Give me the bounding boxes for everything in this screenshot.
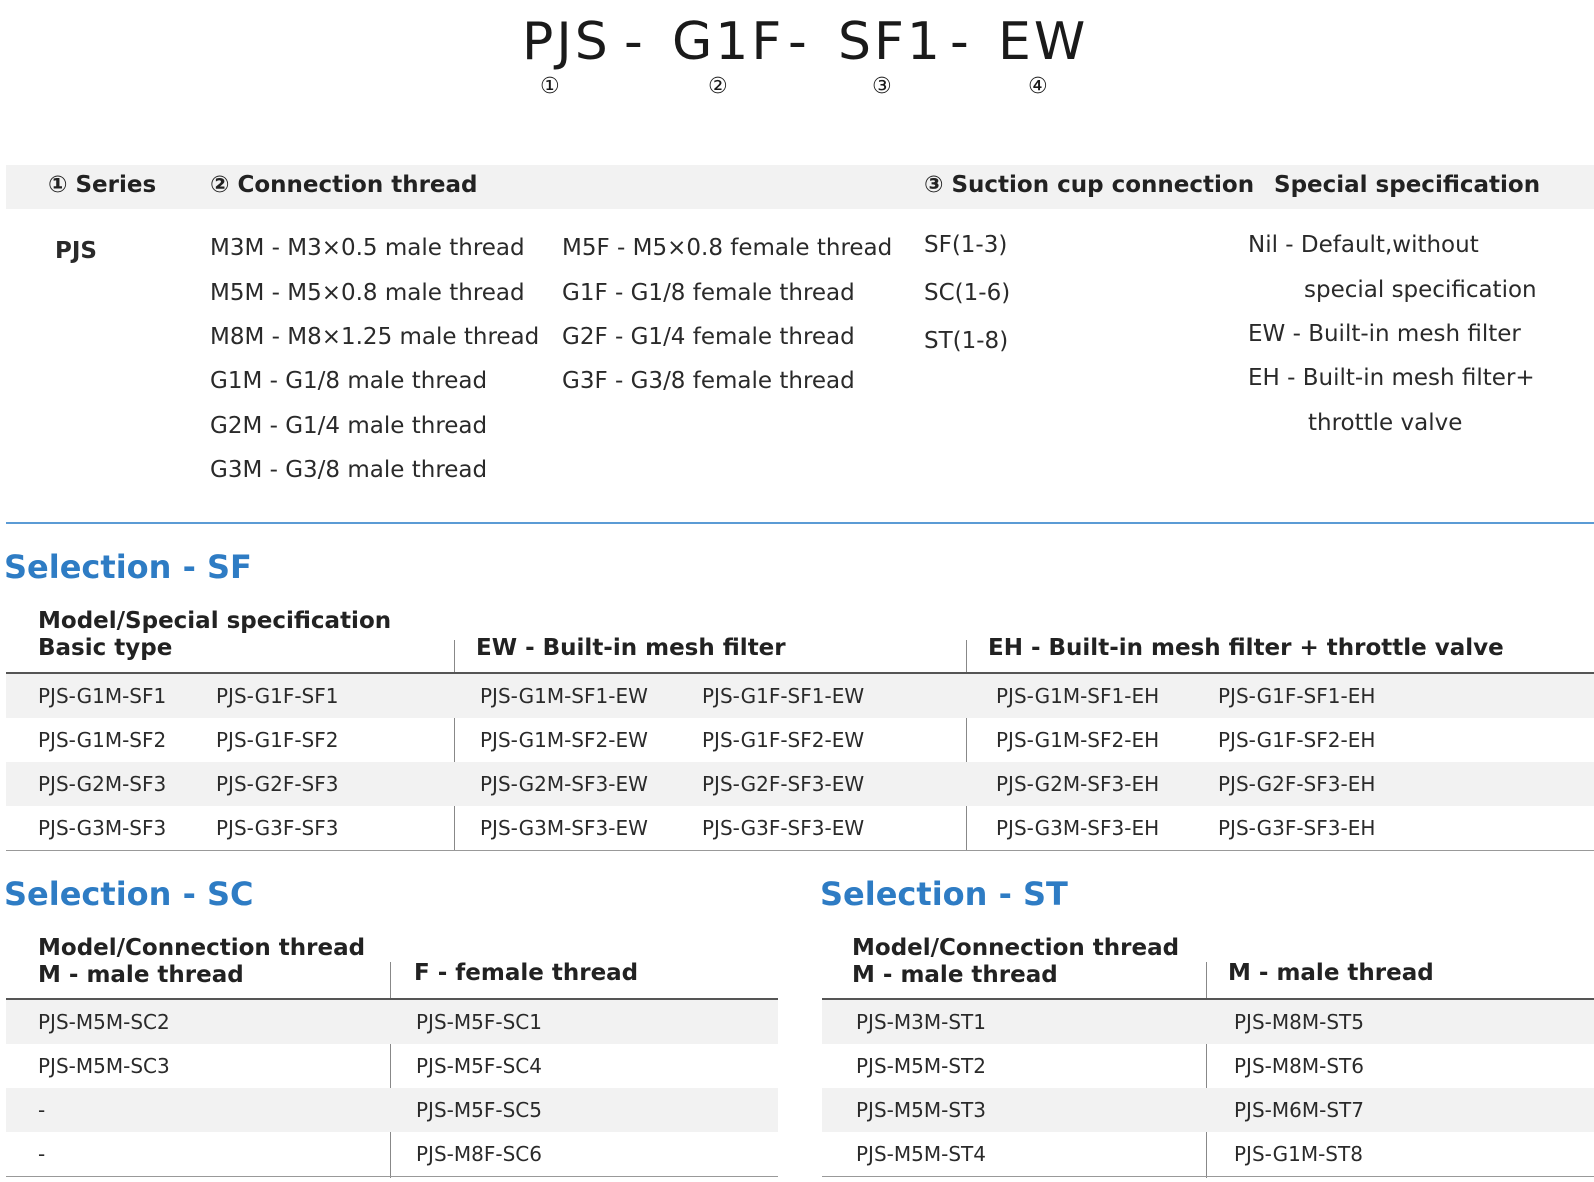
sf-model-cell: PJS-G1F-SF2-EW — [702, 728, 865, 752]
sf-model-cell: PJS-G3F-SF3 — [216, 816, 339, 840]
sf-model-cell: PJS-G3F-SF3-EW — [702, 816, 865, 840]
sf-model-cell: PJS-G2F-SF3-EW — [702, 772, 865, 796]
header-series: ① Series — [48, 172, 157, 198]
code-part-special: EW — [998, 12, 1089, 72]
suction-option: ST(1-8) — [924, 328, 1009, 354]
sc-model-cell: PJS-M5F-SC5 — [416, 1098, 542, 1122]
table-bottom-rule — [822, 1176, 1594, 1177]
sf-model-cell: PJS-G1M-SF1-EW — [480, 684, 648, 708]
sf-model-cell: PJS-G3F-SF3-EH — [1218, 816, 1376, 840]
st-model-cell: PJS-M5M-ST3 — [856, 1098, 986, 1122]
code-part-series: PJS — [522, 12, 611, 72]
sf-model-cell: PJS-G1F-SF1-EW — [702, 684, 865, 708]
header-special-spec: Special specification — [1274, 172, 1541, 198]
code-separator: - — [950, 12, 969, 72]
special-nil-cont: special specification — [1304, 277, 1537, 303]
sf-model-cell: PJS-G1F-SF1 — [216, 684, 339, 708]
sf-model-cell: PJS-G1M-SF2 — [38, 728, 167, 752]
st-model-cell: PJS-M5M-ST2 — [856, 1054, 986, 1078]
code-marker-2: ② — [708, 74, 728, 99]
sc-header-right: F - female thread — [414, 960, 639, 986]
sf-model-cell: PJS-G3M-SF3-EH — [996, 816, 1160, 840]
female-thread-item: G2F - G1/4 female thread — [562, 324, 855, 350]
sc-header-left-1: Model/Connection thread — [38, 935, 366, 961]
selection-sf-title: Selection - SF — [4, 548, 252, 586]
code-marker-1: ① — [540, 74, 560, 99]
male-thread-item: G3M - G3/8 male thread — [210, 457, 488, 483]
female-thread-item: M5F - M5×0.8 female thread — [562, 235, 893, 261]
sf-model-cell: PJS-G1F-SF1-EH — [1218, 684, 1376, 708]
sc-model-cell: - — [38, 1098, 46, 1122]
series-value: PJS — [55, 238, 97, 264]
table-bottom-rule — [6, 1176, 778, 1177]
sc-model-cell: PJS-M5F-SC4 — [416, 1054, 542, 1078]
female-thread-item: G3F - G3/8 female thread — [562, 368, 855, 394]
code-marker-3: ③ — [872, 74, 892, 99]
special-eh: EH - Built-in mesh filter+ — [1248, 365, 1535, 391]
sf-model-cell: PJS-G2F-SF3-EH — [1218, 772, 1376, 796]
code-separator: - — [788, 12, 807, 72]
male-thread-item: M8M - M8×1.25 male thread — [210, 324, 540, 350]
st-model-cell: PJS-M6M-ST7 — [1234, 1098, 1364, 1122]
sc-model-cell: PJS-M8F-SC6 — [416, 1142, 542, 1166]
sf-header-basic-2: Basic type — [38, 635, 173, 661]
special-nil: Nil - Default,without — [1248, 232, 1479, 258]
sf-model-cell: PJS-G1M-SF1 — [38, 684, 167, 708]
sf-model-cell: PJS-G1M-SF2-EW — [480, 728, 648, 752]
code-separator: - — [624, 12, 643, 72]
sc-model-cell: PJS-M5F-SC1 — [416, 1010, 542, 1034]
st-model-cell: PJS-M3M-ST1 — [856, 1010, 986, 1034]
code-part-suction: SF1 — [838, 12, 944, 72]
sc-model-cell: PJS-M5M-SC3 — [38, 1054, 170, 1078]
sf-model-cell: PJS-G1M-SF1-EH — [996, 684, 1160, 708]
male-thread-item: M5M - M5×0.8 male thread — [210, 280, 525, 306]
suction-option: SC(1-6) — [924, 280, 1011, 306]
suction-option: SF(1-3) — [924, 232, 1008, 258]
sf-model-cell: PJS-G1M-SF2-EH — [996, 728, 1160, 752]
selection-st-title: Selection - ST — [820, 875, 1068, 913]
special-ew: EW - Built-in mesh filter — [1248, 321, 1521, 347]
sf-model-cell: PJS-G2M-SF3-EW — [480, 772, 648, 796]
st-model-cell: PJS-M5M-ST4 — [856, 1142, 986, 1166]
female-thread-item: G1F - G1/8 female thread — [562, 280, 855, 306]
header-suction-cup: ③ Suction cup connection — [924, 172, 1255, 198]
male-thread-item: G1M - G1/8 male thread — [210, 368, 488, 394]
section-divider — [6, 522, 1594, 524]
male-thread-item: M3M - M3×0.5 male thread — [210, 235, 525, 261]
column-divider — [1206, 962, 1207, 1178]
sf-model-cell: PJS-G3M-SF3-EW — [480, 816, 648, 840]
row-band — [6, 1088, 778, 1132]
code-marker-4: ④ — [1028, 74, 1048, 99]
column-divider — [390, 962, 391, 1178]
sf-model-cell: PJS-G2F-SF3 — [216, 772, 339, 796]
sf-header-ew: EW - Built-in mesh filter — [476, 635, 786, 661]
table-bottom-rule — [6, 850, 1594, 851]
sf-model-cell: PJS-G1F-SF2-EH — [1218, 728, 1376, 752]
sf-model-cell: PJS-G2M-SF3-EH — [996, 772, 1160, 796]
sf-model-cell: PJS-G1F-SF2 — [216, 728, 339, 752]
st-model-cell: PJS-G1M-ST8 — [1234, 1142, 1363, 1166]
code-part-thread: G1F — [672, 12, 785, 72]
st-header-left-2: M - male thread — [852, 962, 1058, 988]
sc-header-left-2: M - male thread — [38, 962, 244, 988]
st-model-cell: PJS-M8M-ST6 — [1234, 1054, 1364, 1078]
special-eh-cont: throttle valve — [1308, 410, 1463, 436]
sc-model-cell: PJS-M5M-SC2 — [38, 1010, 170, 1034]
header-connection-thread: ② Connection thread — [210, 172, 478, 198]
male-thread-item: G2M - G1/4 male thread — [210, 413, 488, 439]
sf-header-eh: EH - Built-in mesh filter + throttle val… — [988, 635, 1504, 661]
st-model-cell: PJS-M8M-ST5 — [1234, 1010, 1364, 1034]
sc-model-cell: - — [38, 1142, 46, 1166]
sf-model-cell: PJS-G3M-SF3 — [38, 816, 167, 840]
st-header-right: M - male thread — [1228, 960, 1434, 986]
sf-header-basic-1: Model/Special specification — [38, 608, 392, 634]
st-header-left-1: Model/Connection thread — [852, 935, 1180, 961]
selection-sc-title: Selection - SC — [4, 875, 254, 913]
sf-model-cell: PJS-G2M-SF3 — [38, 772, 167, 796]
